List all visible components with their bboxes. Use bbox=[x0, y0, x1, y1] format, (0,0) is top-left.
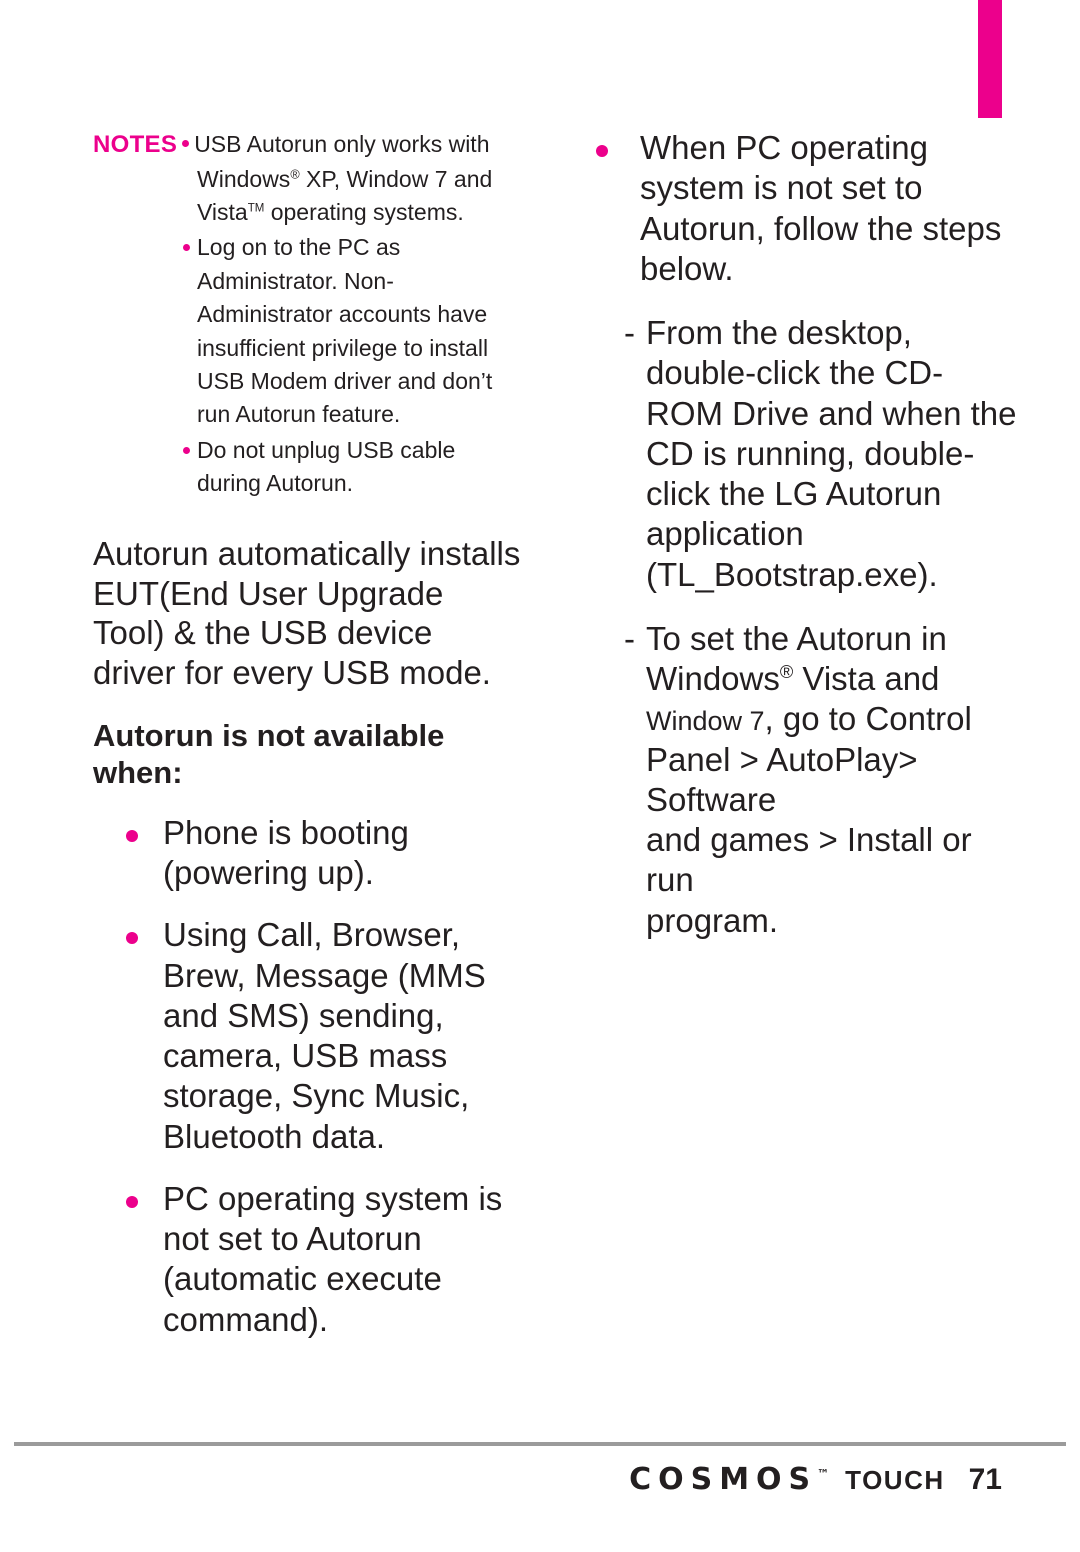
list-item: Using Call, Browser, Brew, Message (MMS … bbox=[93, 915, 523, 1157]
right-dash-line3-small: Window 7 bbox=[646, 706, 765, 737]
brand-trademark: ™ bbox=[817, 1467, 830, 1481]
right-dash-text: From the desktop, double-click the CD-RO… bbox=[646, 314, 1017, 593]
registered-mark: ® bbox=[779, 662, 794, 682]
notes-sub-bullet-icon bbox=[183, 446, 190, 454]
notes-sub-text: Do not unplug USB cable during Autorun. bbox=[197, 436, 456, 496]
notes-sub-bullet-icon bbox=[183, 244, 190, 252]
dash-icon: - bbox=[624, 619, 635, 657]
brand-logo: COSMOS™ bbox=[629, 1462, 829, 1497]
right-dash-line5: and games > Install or run bbox=[646, 821, 972, 899]
right-bullet-item: When PC operating system is not set to A… bbox=[588, 128, 1018, 289]
bullet-icon bbox=[596, 145, 608, 157]
trademark-mark: TM bbox=[247, 202, 265, 215]
page-footer: COSMOS™ TOUCH 71 bbox=[629, 1462, 1002, 1497]
product-name: TOUCH bbox=[845, 1465, 945, 1495]
notes-bullet-icon bbox=[182, 140, 190, 148]
bullet-icon bbox=[126, 829, 138, 842]
brand-name: COSMOS bbox=[629, 1462, 818, 1497]
list-item: Phone is booting (powering up). bbox=[93, 813, 523, 894]
list-item: PC operating system is not set to Autoru… bbox=[93, 1179, 523, 1340]
right-dash-item-2: - To set the Autorun in Windows® Vista a… bbox=[588, 619, 1018, 941]
notes-first-end: operating systems. bbox=[264, 199, 464, 226]
right-dash-line6: program. bbox=[646, 901, 779, 939]
bullet-icon bbox=[126, 1195, 138, 1208]
unavailable-list: Phone is booting (powering up). Using Ca… bbox=[93, 813, 523, 1340]
list-item-text: Using Call, Browser, Brew, Message (MMS … bbox=[163, 916, 486, 1155]
notes-label: NOTES bbox=[93, 131, 178, 158]
notes-sub-item: Do not unplug USB cable during Autorun. bbox=[93, 434, 523, 501]
page-number: 71 bbox=[968, 1463, 1002, 1496]
document-page: NOTES USB Autorun only works with Windows… bbox=[0, 0, 1080, 1552]
right-column: When PC operating system is not set to A… bbox=[588, 128, 1018, 941]
list-item-text: PC operating system is not set to Autoru… bbox=[163, 1179, 503, 1338]
registered-mark: ® bbox=[290, 167, 300, 182]
notes-first-item: NOTES USB Autorun only works with Windows… bbox=[93, 128, 523, 229]
right-dash-line2-pre: Windows bbox=[646, 660, 780, 697]
dash-icon: - bbox=[624, 314, 635, 351]
footer-divider bbox=[14, 1442, 1066, 1446]
list-item-text: Phone is booting (powering up). bbox=[163, 813, 409, 892]
notes-block: NOTES USB Autorun only works with Windows… bbox=[93, 128, 523, 500]
right-bullet-text: When PC operating system is not set to A… bbox=[640, 129, 1002, 287]
right-dash-line1: To set the Autorun in bbox=[646, 619, 947, 657]
bullet-icon bbox=[126, 932, 138, 945]
right-dash-item-1: - From the desktop, double-click the CD-… bbox=[588, 313, 1018, 595]
left-column: NOTES USB Autorun only works with Windows… bbox=[93, 128, 523, 1340]
notes-sub-item: Log on to the PC as Administrator. Non-A… bbox=[93, 231, 523, 431]
right-dash-line3-rest: , go to Control bbox=[764, 700, 972, 738]
notes-sub-text: Log on to the PC as Administrator. Non-A… bbox=[197, 234, 493, 428]
autorun-paragraph: Autorun automatically installs EUT(End U… bbox=[93, 535, 521, 692]
autorun-subhead: Autorun is not available when: bbox=[93, 717, 445, 790]
right-dash-line4: Panel > AutoPlay> Software bbox=[646, 740, 918, 818]
page-corner-tab bbox=[978, 0, 1002, 118]
right-dash-line2-post: Vista and bbox=[793, 660, 940, 697]
